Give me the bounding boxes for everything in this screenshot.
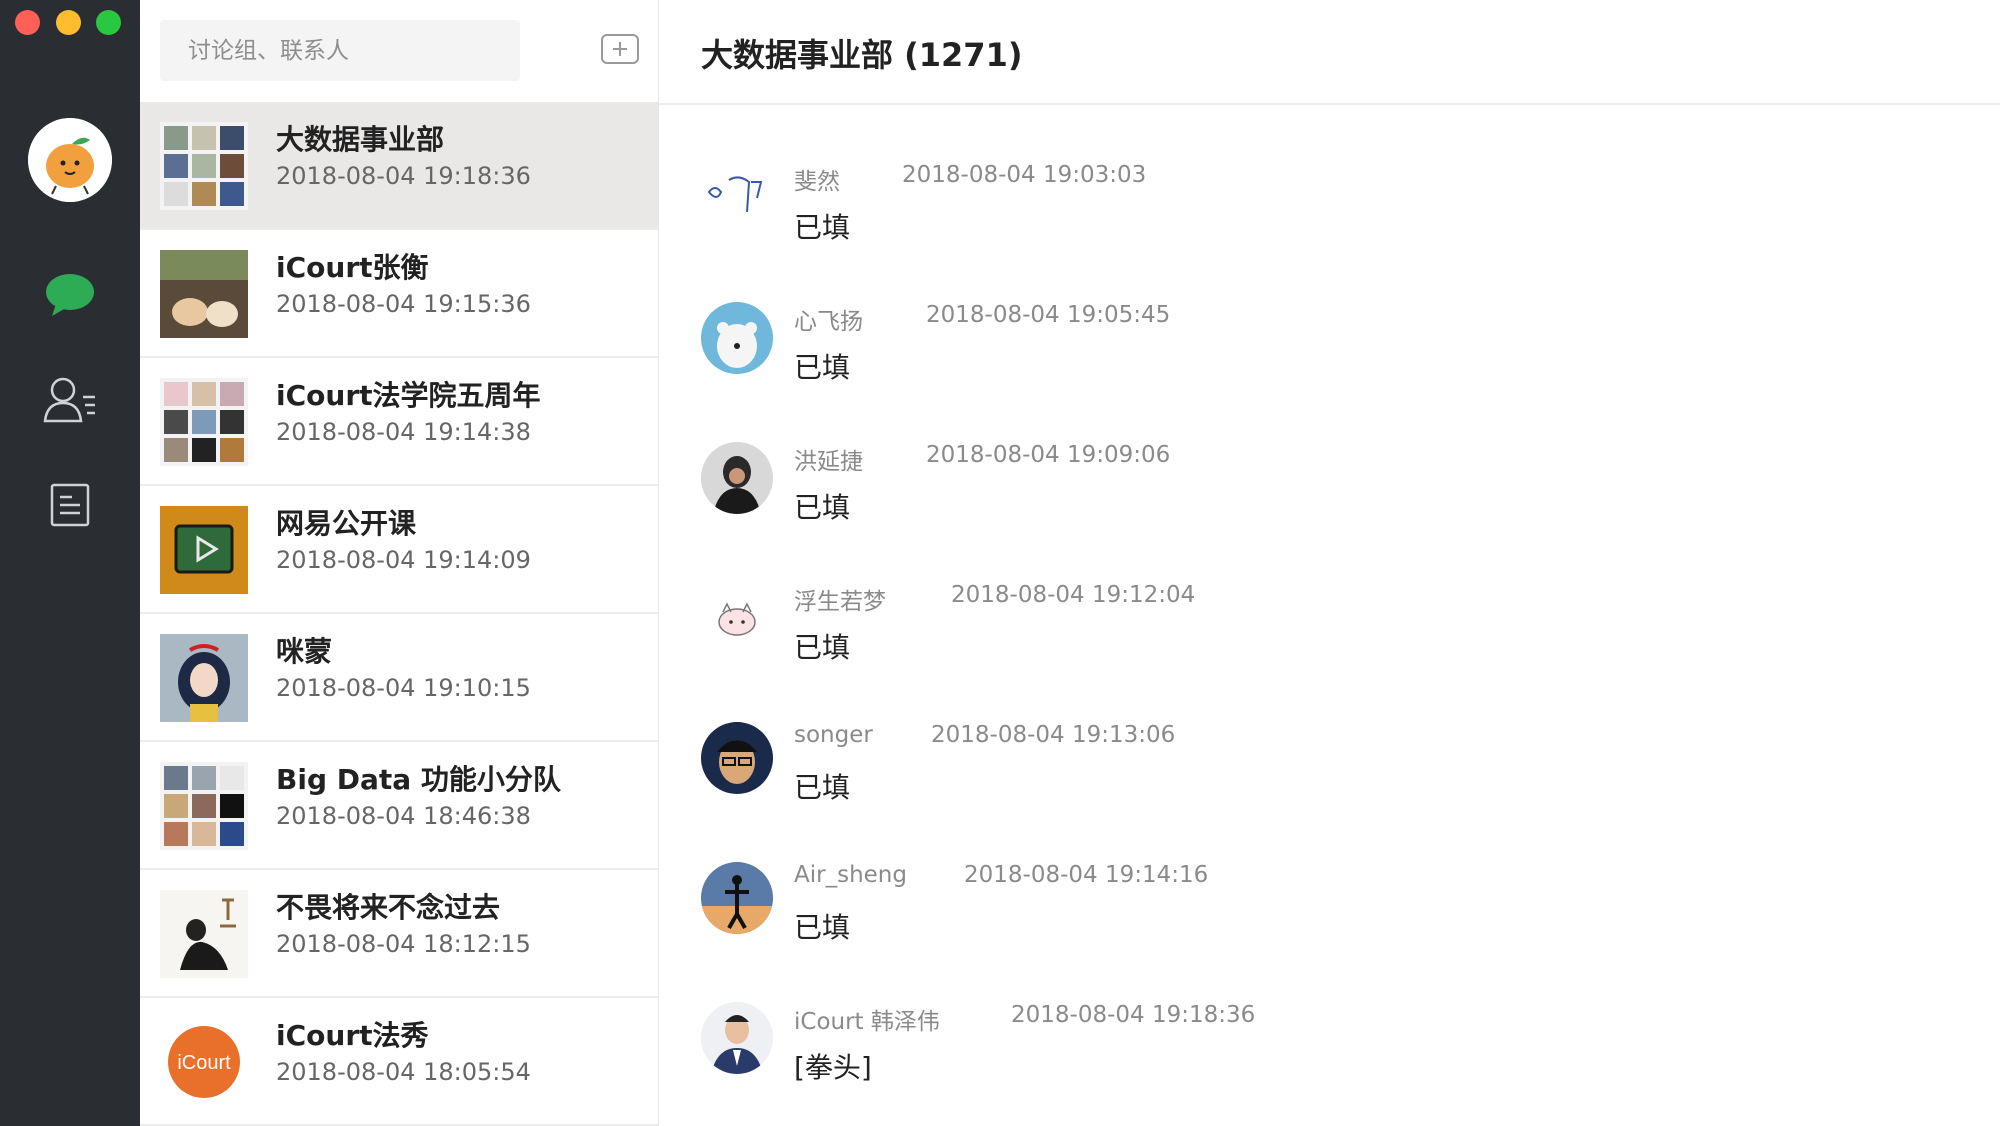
app-window: 大数据事业部 2018-08-04 19:18:36 iCourt张衡 2018…	[0, 0, 2000, 1126]
message-item: iCourt 韩泽伟 2018-08-04 19:18:36 [拳头]	[701, 1000, 1901, 1120]
conversation-time: 2018-08-04 18:46:38	[276, 802, 531, 830]
conversation-time: 2018-08-04 19:18:36	[276, 162, 531, 190]
chat-bubble-icon[interactable]	[40, 265, 100, 325]
conversation-name: iCourt法秀	[276, 1019, 429, 1052]
minimize-window-button[interactable]	[56, 10, 81, 35]
sender-avatar[interactable]	[701, 862, 773, 934]
left-rail	[0, 0, 140, 1126]
conversation-name: iCourt张衡	[276, 251, 429, 284]
conversation-item[interactable]: 大数据事业部 2018-08-04 19:18:36	[140, 102, 658, 230]
conversation-time: 2018-08-04 19:10:15	[276, 674, 531, 702]
sender-name: 浮生若梦	[794, 589, 886, 615]
plus-icon	[601, 34, 639, 64]
group-avatar	[160, 122, 248, 210]
message-text: 已填	[794, 211, 851, 244]
group-avatar	[160, 762, 248, 850]
message-text: 已填	[794, 911, 851, 944]
conversation-item[interactable]: 网易公开课 2018-08-04 19:14:09	[140, 486, 658, 614]
close-window-button[interactable]	[15, 10, 40, 35]
new-chat-button[interactable]	[600, 32, 640, 68]
message-time: 2018-08-04 19:05:45	[926, 302, 1171, 328]
sender-name: Air_sheng	[794, 862, 907, 888]
search-input[interactable]	[160, 20, 520, 81]
message-text: 已填	[794, 491, 851, 524]
message-item: 洪延捷 2018-08-04 19:09:06 已填	[701, 440, 1901, 560]
zoom-window-button[interactable]	[96, 10, 121, 35]
message-item: 心飞扬 2018-08-04 19:05:45 已填	[701, 300, 1901, 420]
chat-panel: 大数据事业部 (1271) 斐然 2018-08-04 19:03:03 已填	[659, 0, 2000, 1126]
sender-avatar[interactable]	[701, 302, 773, 374]
conversation-list-panel: 大数据事业部 2018-08-04 19:18:36 iCourt张衡 2018…	[140, 0, 659, 1126]
message-time: 2018-08-04 19:09:06	[926, 442, 1171, 468]
conversation-time: 2018-08-04 18:05:54	[276, 1058, 531, 1086]
sender-avatar[interactable]	[701, 582, 773, 654]
sender-name: songer	[794, 722, 873, 748]
document-icon[interactable]	[40, 475, 100, 535]
profile-avatar[interactable]	[28, 118, 112, 202]
conversation-name: 大数据事业部	[276, 123, 445, 156]
chat-header: 大数据事业部 (1271)	[659, 0, 2000, 105]
conversation-time: 2018-08-04 18:12:15	[276, 930, 531, 958]
conversation-name: 不畏将来不念过去	[276, 891, 501, 924]
message-item: 浮生若梦 2018-08-04 19:12:04 已填	[701, 580, 1901, 700]
conversation-list: 大数据事业部 2018-08-04 19:18:36 iCourt张衡 2018…	[140, 102, 658, 1126]
conversation-time: 2018-08-04 19:14:38	[276, 418, 531, 446]
conversation-name: iCourt法学院五周年	[276, 379, 541, 412]
icourt-logo: iCourt	[160, 1018, 248, 1106]
message-text: 已填	[794, 771, 851, 804]
sender-avatar[interactable]	[701, 1002, 773, 1074]
conversation-item[interactable]: iCourt法学院五周年 2018-08-04 19:14:38	[140, 358, 658, 486]
sender-name: 斐然	[794, 169, 840, 195]
conversation-item[interactable]: iCourt张衡 2018-08-04 19:15:36	[140, 230, 658, 358]
contact-avatar	[160, 634, 248, 722]
message-item: Air_sheng 2018-08-04 19:14:16 已填	[701, 860, 1901, 980]
message-time: 2018-08-04 19:03:03	[902, 162, 1147, 188]
sender-avatar[interactable]	[701, 442, 773, 514]
message-time: 2018-08-04 19:14:16	[964, 862, 1209, 888]
group-avatar	[160, 378, 248, 466]
conversation-item[interactable]: 咪蒙 2018-08-04 19:10:15	[140, 614, 658, 742]
message-item: 斐然 2018-08-04 19:03:03 已填	[701, 160, 1901, 280]
play-icon	[160, 506, 248, 594]
conversation-item[interactable]: 不畏将来不念过去 2018-08-04 18:12:15	[140, 870, 658, 998]
conversation-item[interactable]: Big Data 功能小分队 2018-08-04 18:46:38	[140, 742, 658, 870]
sender-avatar[interactable]	[701, 162, 773, 234]
message-text: 已填	[794, 631, 851, 664]
message-time: 2018-08-04 19:13:06	[931, 722, 1176, 748]
conversation-name: Big Data 功能小分队	[276, 763, 561, 796]
message-time: 2018-08-04 19:12:04	[951, 582, 1196, 608]
sender-name: 洪延捷	[794, 449, 863, 475]
chat-title: 大数据事业部 (1271)	[701, 36, 1023, 74]
svg-text:iCourt: iCourt	[177, 1052, 231, 1074]
message-item: songer 2018-08-04 19:13:06 已填	[701, 720, 1901, 840]
sender-name: 心飞扬	[794, 309, 863, 335]
conversation-name: 咪蒙	[276, 635, 333, 668]
sender-avatar[interactable]	[701, 722, 773, 794]
conversation-time: 2018-08-04 19:15:36	[276, 290, 531, 318]
conversation-item[interactable]: iCourt iCourt法秀 2018-08-04 18:05:54	[140, 998, 658, 1126]
message-text: [拳头]	[794, 1051, 872, 1084]
conversation-time: 2018-08-04 19:14:09	[276, 546, 531, 574]
contact-avatar	[160, 250, 248, 338]
conversation-name: 网易公开课	[276, 507, 417, 540]
message-text: 已填	[794, 351, 851, 384]
message-time: 2018-08-04 19:18:36	[1011, 1002, 1256, 1028]
contact-avatar	[160, 890, 248, 978]
sender-name: iCourt 韩泽伟	[794, 1009, 940, 1035]
contacts-icon[interactable]	[40, 370, 100, 430]
